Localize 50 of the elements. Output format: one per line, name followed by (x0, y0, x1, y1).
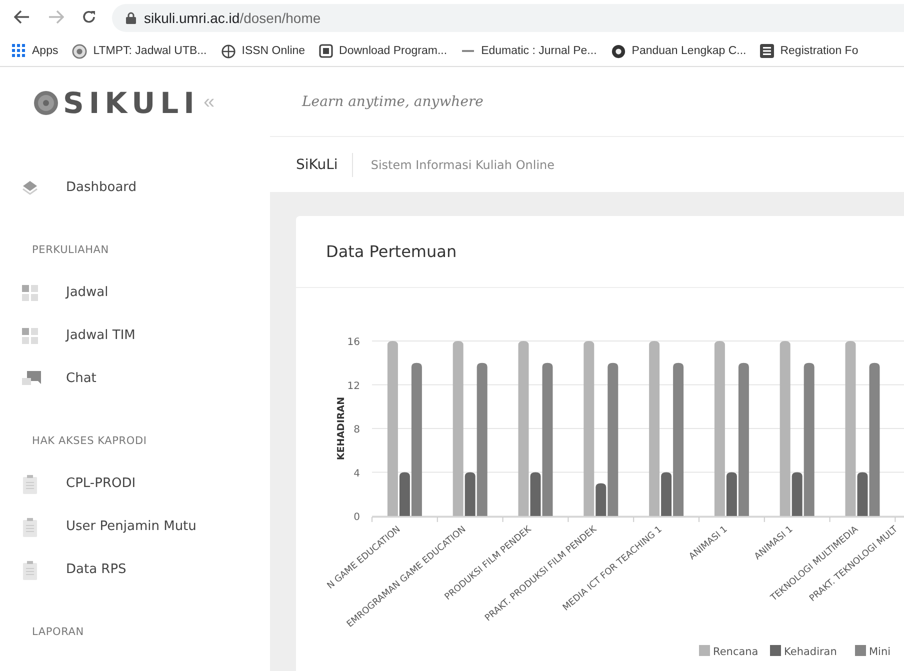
apps-grid-icon (12, 44, 26, 58)
bookmark[interactable]: Apps (12, 44, 58, 58)
y-axis-title: KEHADIRAN (336, 396, 347, 460)
clipboard-icon (22, 516, 38, 536)
bookmark[interactable]: LTMPT: Jadwal UTB... (72, 44, 207, 58)
lock-icon (126, 12, 136, 24)
y-tick-label: 0 (354, 512, 360, 523)
bookmark[interactable]: Edumatic : Jurnal Pe... (461, 44, 597, 58)
tagline: Learn anytime, anywhere (302, 94, 484, 110)
bookmark[interactable]: ISSN Online (220, 44, 306, 58)
address-bar[interactable]: sikuli.umri.ac.id/dosen/home (112, 4, 904, 32)
y-tick-label: 4 (354, 468, 360, 480)
seal-icon (72, 44, 88, 58)
sidebar-item[interactable]: Jadwal (0, 271, 270, 314)
circle-icon (610, 44, 626, 58)
layers-icon (22, 180, 38, 196)
sidebar-item[interactable]: Dashboard (0, 166, 270, 209)
sidebar-item[interactable]: CPL-PRODI (0, 462, 270, 505)
chat-icon (22, 370, 42, 386)
app-name: SiKuLi (296, 152, 353, 177)
card-title: Data Pertemuan (326, 242, 457, 261)
y-tick-label: 16 (347, 337, 360, 348)
emblem-icon (33, 90, 59, 116)
section-heading: HAK AKSES KAPRODI (32, 435, 147, 447)
legend-swatch (770, 645, 781, 656)
y-tick-label: 12 (347, 380, 360, 392)
app-subtitle: Sistem Informasi Kuliah Online (370, 158, 555, 172)
legend-label: Rencana (713, 646, 758, 658)
sidebar-item[interactable]: Chat (0, 357, 270, 400)
y-tick-label: 8 (354, 424, 360, 436)
clipboard-icon (22, 474, 38, 494)
clipboard-icon (22, 560, 38, 580)
logo-text: SIKULI (63, 86, 200, 120)
list-icon (760, 44, 774, 58)
legend-swatch (699, 645, 710, 656)
bookmark[interactable]: Registration Fo (760, 44, 858, 58)
bookmark[interactable]: Download Program... (319, 44, 448, 58)
legend-swatch (855, 645, 866, 656)
b-square-icon (319, 44, 334, 58)
legend-label: Kehadiran (784, 646, 837, 658)
tiles-icon (22, 328, 38, 344)
tiles-icon (22, 284, 38, 300)
globe-icon (220, 44, 236, 58)
section-heading: LAPORAN (32, 626, 84, 638)
bookmark[interactable]: Panduan Lengkap C... (610, 44, 746, 58)
sidebar-item[interactable]: Data RPS (0, 548, 270, 591)
legend-label: Mini (869, 646, 891, 658)
sidebar-item[interactable]: User Penjamin Mutu (0, 505, 270, 548)
sidebar-item[interactable]: Jadwal TIM (0, 314, 270, 357)
section-heading: PERKULIAHAN (32, 244, 109, 256)
